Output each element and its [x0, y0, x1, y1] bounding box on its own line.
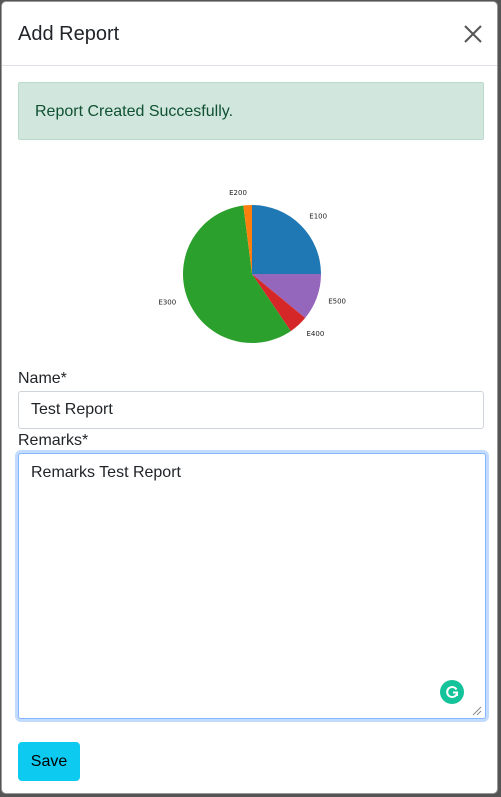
- pie-label-e200: E200: [229, 189, 247, 197]
- remarks-textarea[interactable]: [18, 453, 486, 719]
- name-label: Name*: [18, 370, 67, 387]
- modal-title: Add Report: [18, 23, 120, 45]
- modal-header: Add Report: [2, 2, 497, 66]
- add-report-modal: Add Report Report Created Succesfully. E…: [1, 1, 498, 794]
- name-input[interactable]: [18, 391, 484, 429]
- report-pie-chart: E100 E500 E400 E300 E200: [152, 187, 352, 352]
- save-button[interactable]: Save: [18, 742, 80, 781]
- close-icon: [464, 25, 482, 43]
- pie-label-e100: E100: [309, 213, 327, 221]
- success-alert: Report Created Succesfully.: [18, 82, 484, 140]
- pie-label-e400: E400: [307, 330, 325, 338]
- grammarly-glyph: [446, 686, 458, 698]
- grammarly-icon[interactable]: [440, 680, 464, 704]
- pie-label-e500: E500: [328, 297, 346, 305]
- remarks-label: Remarks*: [18, 432, 89, 449]
- pie-label-e300: E300: [158, 299, 176, 307]
- close-button[interactable]: [461, 22, 485, 46]
- pie-chart-svg: E100 E500 E400 E300 E200: [158, 189, 346, 343]
- resize-handle-icon[interactable]: [470, 704, 482, 716]
